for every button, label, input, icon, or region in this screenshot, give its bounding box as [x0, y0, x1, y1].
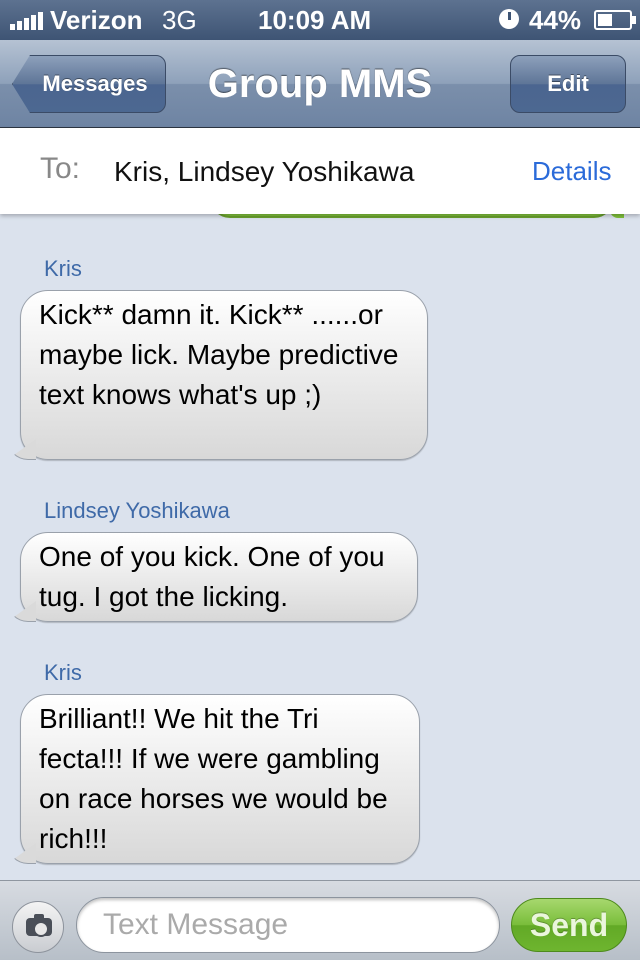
edit-button[interactable]: Edit — [510, 55, 626, 113]
recipients-list[interactable]: Kris, Lindsey Yoshikawa — [114, 156, 414, 188]
status-time: 10:09 AM — [258, 5, 372, 35]
details-button[interactable]: Details — [532, 156, 611, 187]
messages-back-button[interactable]: Messages — [12, 55, 166, 113]
battery-percent: 44% — [529, 5, 582, 35]
message-bubble[interactable]: Kick** damn it. Kick** ......or maybe li… — [20, 290, 428, 460]
camera-icon — [26, 914, 52, 937]
signal-bars-icon — [10, 12, 43, 30]
clock-icon — [499, 9, 519, 29]
sender-name: Kris — [44, 256, 82, 281]
carrier-name: Verizon — [50, 5, 143, 35]
message-composer: Send — [0, 880, 640, 960]
battery-icon — [594, 10, 636, 30]
network-type: 3G — [162, 5, 197, 35]
message-text: Kick** damn it. Kick** ......or maybe li… — [39, 299, 399, 410]
message-text: Brilliant!! We hit the Tri fecta!!! If w… — [39, 703, 388, 854]
sender-name: Kris — [44, 660, 82, 685]
message-bubble[interactable]: One of you kick. One of you tug. I got t… — [20, 532, 418, 622]
send-button[interactable]: Send — [511, 898, 627, 952]
message-text: One of you kick. One of you tug. I got t… — [39, 541, 385, 612]
message-input[interactable] — [76, 897, 500, 953]
recipients-bar: To: Kris, Lindsey Yoshikawa Details — [0, 128, 640, 214]
to-label: To: — [40, 152, 81, 185]
nav-bar: Messages Group MMS Edit — [0, 40, 640, 128]
camera-button[interactable] — [12, 901, 64, 953]
message-bubble[interactable]: Brilliant!! We hit the Tri fecta!!! If w… — [20, 694, 420, 864]
status-bar: Verizon 3G 10:09 AM 44% — [0, 0, 640, 40]
sender-name: Lindsey Yoshikawa — [44, 498, 230, 523]
page-title: Group MMS — [207, 61, 433, 106]
